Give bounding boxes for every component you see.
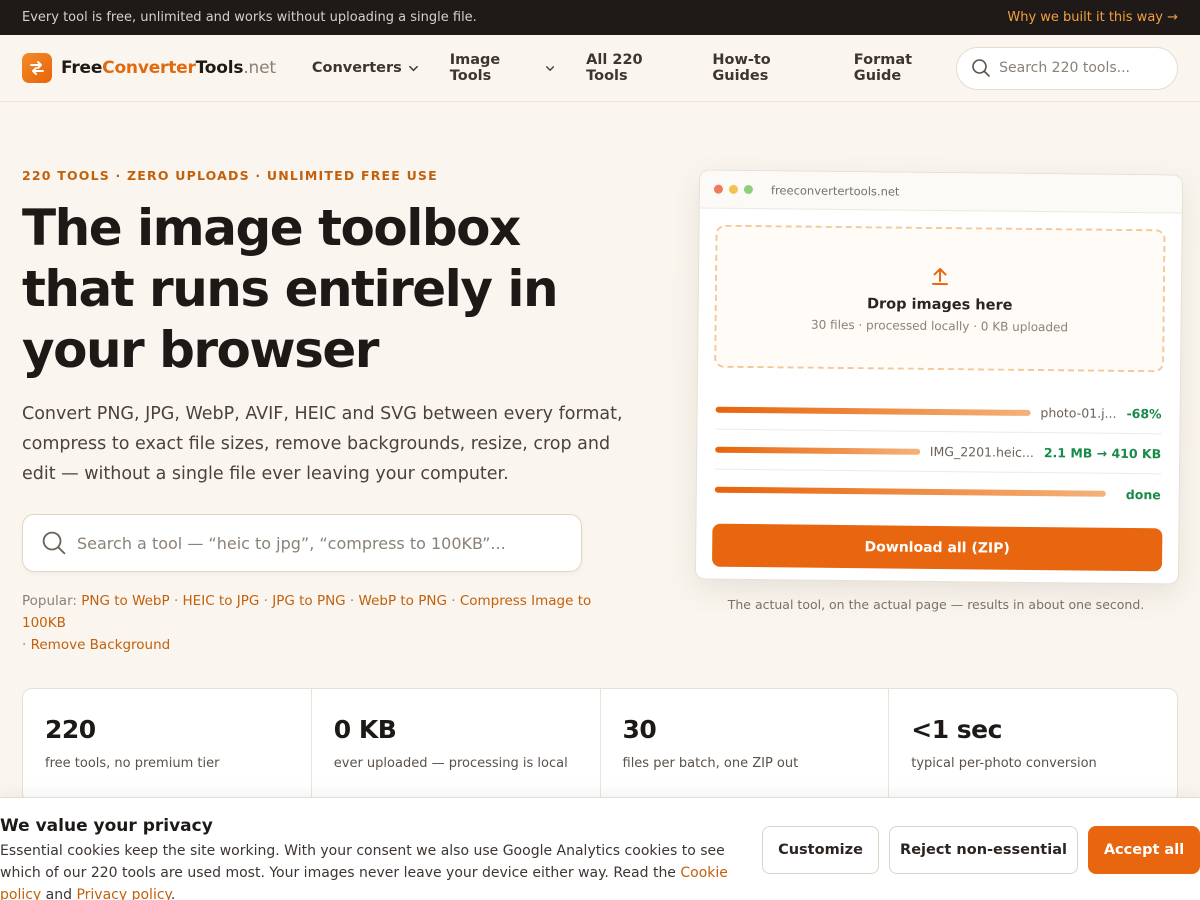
site-logo[interactable]: FreeConverterTools.net: [22, 53, 276, 83]
stat-label: free tools, no premium tier: [45, 756, 220, 771]
main-nav: Converters Image Tools All 220 Tools How…: [312, 52, 956, 84]
file-list: photo-01.j... -68% IMG_2201.heic... 2.1 …: [714, 389, 1162, 515]
search-icon: [42, 531, 66, 555]
customize-button[interactable]: Customize: [762, 826, 879, 874]
header-search-input[interactable]: Search 220 tools...: [956, 46, 1178, 90]
popular-link-remove-background[interactable]: Remove Background: [31, 637, 171, 653]
stats-strip: 220 free tools, no premium tier 0 KB eve…: [22, 688, 1178, 803]
logo-word-free: Free: [61, 58, 103, 78]
stat-card: 30 files per batch, one ZIP out: [601, 689, 890, 802]
nav-format-guide-label: Format Guide: [853, 52, 913, 84]
nav-all-tools[interactable]: All 220 Tools: [586, 52, 681, 84]
file-result: -68%: [1126, 405, 1162, 422]
file-progress-bar: [714, 486, 1106, 497]
tool-preview: freeconvertertools.net Drop images here …: [694, 169, 1184, 585]
logo-word-tools: Tools: [195, 58, 244, 78]
chevron-down-icon: [408, 65, 418, 71]
popular-tools: Popular: PNG to WebP · HEIC to JPG · JPG…: [22, 593, 592, 653]
reject-non-essential-button[interactable]: Reject non-essential: [889, 826, 1078, 874]
cookie-text-period: .: [170, 887, 176, 900]
upload-icon: [931, 267, 948, 285]
logo-wordmark: FreeConverterTools.net: [61, 58, 276, 78]
dropzone[interactable]: Drop images here 30 files · processed lo…: [714, 224, 1166, 373]
file-name: IMG_2201.heic...: [929, 443, 1034, 460]
popular-link-webp-to-png[interactable]: WebP to PNG: [359, 593, 447, 609]
stat-value: 220: [45, 715, 96, 744]
nav-all-tools-label: All 220 Tools: [586, 52, 643, 84]
stat-card: 0 KB ever uploaded — processing is local: [312, 689, 601, 802]
popular-label: Popular:: [22, 593, 77, 609]
popular-link-heic-to-jpg[interactable]: HEIC to JPG: [183, 593, 260, 609]
nav-image-tools[interactable]: Image Tools: [450, 52, 555, 84]
logo-word-converter: Converter: [102, 58, 196, 78]
nav-converters-label: Converters: [311, 60, 402, 76]
file-name: photo-01.j...: [1040, 405, 1117, 421]
logo-swap-icon: [22, 53, 52, 83]
cookie-title: We value your privacy: [0, 816, 213, 836]
chevron-down-icon: [546, 65, 555, 71]
nav-how-to-guides-label: How-to Guides: [712, 52, 771, 84]
privacy-policy-link[interactable]: Privacy policy: [76, 887, 170, 900]
window-dot-green: [743, 184, 753, 195]
file-progress-bar: [715, 406, 1031, 416]
file-row: photo-01.j... -68%: [715, 389, 1162, 435]
header-search-placeholder: Search 220 tools...: [999, 60, 1130, 76]
window-dot-yellow: [728, 184, 739, 194]
stat-label: ever uploaded — processing is local: [333, 756, 568, 771]
tool-preview-window: freeconvertertools.net Drop images here …: [694, 169, 1184, 585]
cookie-banner: We value your privacy Essential cookies …: [0, 797, 1200, 900]
stat-label: typical per-photo conversion: [911, 756, 1097, 771]
preview-url: freeconvertertools.net: [770, 182, 900, 199]
site-header: FreeConverterTools.net Converters Image …: [0, 35, 1200, 102]
announcement-bar: Every tool is free, unlimited and works …: [0, 0, 1200, 35]
cookie-text: Essential cookies keep the site working.…: [0, 840, 740, 900]
hero-search-input[interactable]: Search a tool — “heic to jpg”, “compress…: [22, 514, 582, 572]
file-row: IMG_2201.heic... 2.1 MB → 410 KB: [715, 429, 1162, 475]
dropzone-subtitle: 30 files · processed locally · 0 KB uplo…: [810, 317, 1069, 334]
file-row: done: [714, 470, 1161, 515]
popular-link-png-to-webp[interactable]: PNG to WebP: [81, 593, 169, 609]
stat-value: <1 sec: [911, 715, 1002, 744]
stat-card: <1 sec typical per-photo conversion: [889, 689, 1177, 802]
hero-eyebrow: 220 TOOLS · ZERO UPLOADS · UNLIMITED FRE…: [22, 168, 438, 183]
announcement-link[interactable]: Why we built it this way →: [1007, 10, 1178, 25]
announcement-text: Every tool is free, unlimited and works …: [22, 10, 477, 25]
dropzone-title: Drop images here: [866, 295, 1013, 314]
file-result: done: [1125, 486, 1161, 502]
download-all-button[interactable]: Download all (ZIP): [712, 523, 1163, 572]
preview-caption: The actual tool, on the actual page — re…: [727, 597, 1145, 612]
file-progress-bar: [715, 446, 920, 455]
stat-value: 0 KB: [333, 715, 397, 744]
cookie-text-body: Essential cookies keep the site working.…: [0, 843, 725, 881]
nav-how-to-guides[interactable]: How-to Guides: [712, 52, 822, 84]
search-icon: [972, 59, 990, 77]
stat-label: files per batch, one ZIP out: [622, 756, 799, 771]
logo-word-tld: .net: [243, 58, 276, 78]
stat-card: 220 free tools, no premium tier: [23, 689, 312, 802]
stat-value: 30: [622, 715, 657, 744]
cookie-text-and: and: [41, 887, 77, 900]
accept-all-button[interactable]: Accept all: [1088, 826, 1200, 874]
nav-image-tools-label: Image Tools: [449, 52, 501, 84]
hero-search-placeholder: Search a tool — “heic to jpg”, “compress…: [77, 533, 506, 553]
hero-title: The image toolbox that runs entirely in …: [22, 199, 559, 379]
popular-link-jpg-to-png[interactable]: JPG to PNG: [272, 593, 345, 609]
nav-converters[interactable]: Converters: [312, 60, 419, 76]
window-dot-red: [713, 184, 724, 194]
hero-subtitle: Convert PNG, JPG, WebP, AVIF, HEIC and S…: [22, 404, 623, 484]
nav-format-guide[interactable]: Format Guide: [854, 52, 956, 84]
preview-titlebar: freeconvertertools.net: [699, 170, 1183, 214]
file-result: 2.1 MB → 410 KB: [1043, 445, 1162, 462]
